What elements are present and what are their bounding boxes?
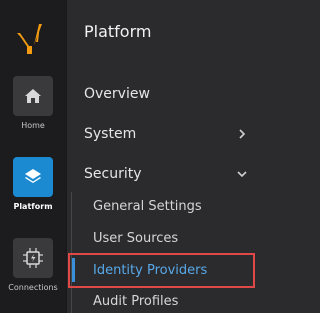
rail-item-platform[interactable]: Platform [0,157,66,211]
sub-item-user-sources[interactable]: User Sources [93,227,253,249]
platform-tile [13,157,53,197]
home-icon [25,89,41,103]
connections-tile [13,238,53,278]
logo [12,20,52,60]
home-tile [13,76,53,116]
nav-item-system[interactable]: System [84,122,254,146]
sub-item-audit-profiles[interactable]: Audit Profiles [93,290,253,312]
logo-icon [17,24,42,54]
rail-label-home: Home [21,121,45,130]
rail-label-connections: Connections [8,283,58,292]
nav-item-overview-label: Overview [84,86,150,102]
sub-item-identity-providers[interactable]: Identity Providers [93,259,253,281]
platform-nav-panel: Platform Overview System Security Genera… [67,0,259,313]
sub-item-general-settings[interactable]: General Settings [93,195,253,217]
layers-icon [25,169,41,183]
nav-item-system-label: System [84,126,137,142]
sub-item-general-settings-label: General Settings [93,198,202,214]
active-item-indicator [72,258,75,282]
rail-item-connections[interactable]: Connections [0,238,66,292]
sub-item-user-sources-label: User Sources [93,230,179,246]
chevron-right-icon [236,128,248,140]
rail-item-home[interactable]: Home [0,76,66,130]
left-rail: Home Platform Connections [0,0,66,313]
nav-item-security-label: Security [84,166,142,182]
chevron-down-icon [236,168,248,180]
rail-label-platform: Platform [13,202,53,211]
sub-item-identity-providers-label: Identity Providers [93,262,208,278]
nav-item-overview[interactable]: Overview [84,82,254,106]
nav-item-security[interactable]: Security [84,162,254,186]
panel-title: Platform [84,22,152,41]
subnav-guide-line [71,192,72,313]
sub-item-audit-profiles-label: Audit Profiles [93,293,179,309]
connections-icon [23,248,43,268]
